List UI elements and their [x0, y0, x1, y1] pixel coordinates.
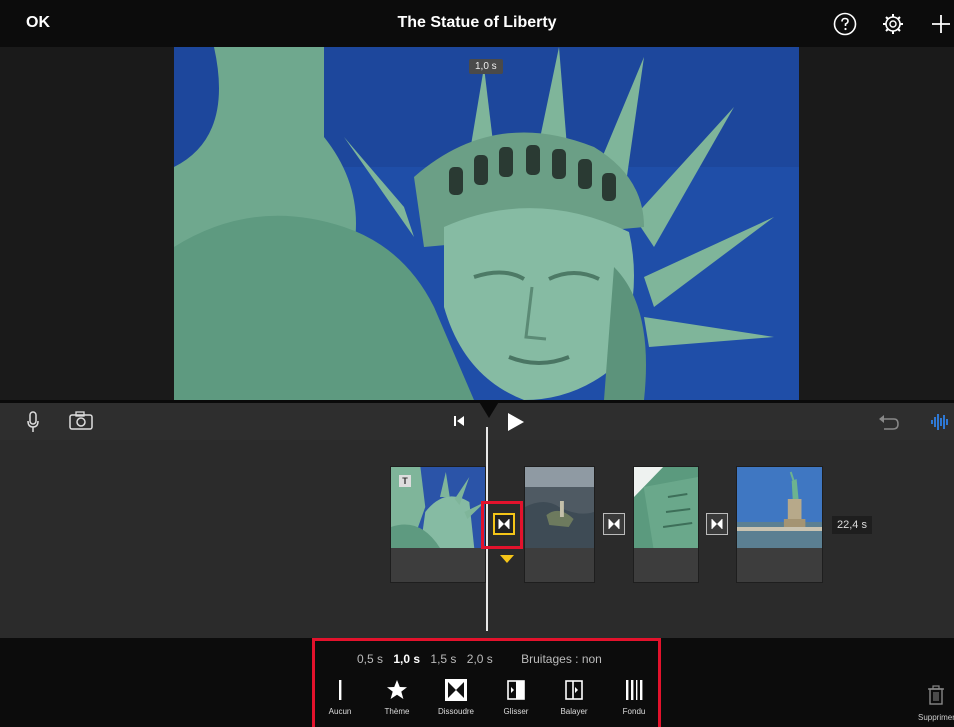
- selected-transition-highlight: [481, 501, 523, 549]
- duration-option[interactable]: 0,5 s: [357, 652, 383, 666]
- transition-type-fade[interactable]: Fondu: [606, 678, 662, 716]
- settings-icon[interactable]: [880, 11, 906, 37]
- timeline-clip[interactable]: [633, 466, 699, 583]
- video-preview[interactable]: [0, 47, 954, 400]
- duration-option[interactable]: 2,0 s: [467, 652, 493, 666]
- transition-dissolve[interactable]: [603, 513, 625, 535]
- camera-icon[interactable]: [68, 411, 94, 431]
- dissolve-icon: [608, 519, 620, 529]
- transition-duration-options: 0,5 s 1,0 s 1,5 s 2,0 s Bruitages : non: [357, 652, 609, 666]
- transition-type-label: Balayer: [560, 707, 588, 716]
- timeline-clip[interactable]: [736, 466, 823, 583]
- timeline-clip[interactable]: [524, 466, 595, 583]
- add-icon[interactable]: [928, 11, 954, 37]
- trash-icon: [928, 685, 944, 705]
- slide-icon: [507, 680, 525, 700]
- transition-type-dissolve[interactable]: Dissoudre: [428, 678, 484, 716]
- wipe-icon: [565, 680, 583, 700]
- preview-time-badge: 1,0 s: [469, 59, 503, 74]
- transition-type-wipe[interactable]: Balayer: [546, 678, 602, 716]
- transition-dissolve[interactable]: [706, 513, 728, 535]
- title-badge: T: [399, 475, 411, 487]
- preview-image: [174, 47, 799, 400]
- undo-icon[interactable]: [878, 413, 900, 431]
- help-icon[interactable]: [832, 11, 858, 37]
- transition-type-label: Glisser: [503, 707, 529, 716]
- delete-label: Supprimer: [918, 713, 954, 722]
- transition-type-none[interactable]: Aucun: [312, 678, 368, 716]
- transition-type-label: Fondu: [622, 707, 646, 716]
- fade-icon: [626, 680, 643, 700]
- dissolve-icon: [711, 519, 723, 529]
- project-duration: 22,4 s: [832, 516, 872, 534]
- clip-thumbnail-statue-tablet: [634, 467, 698, 548]
- timeline-clip[interactable]: T: [390, 466, 486, 583]
- top-bar: OK The Statue of Liberty: [0, 0, 954, 47]
- duration-option[interactable]: 1,5 s: [430, 652, 456, 666]
- clip-thumbnail-statue-pedestal: [737, 467, 822, 548]
- duration-option-selected[interactable]: 1,0 s: [393, 652, 420, 666]
- transition-type-slide[interactable]: Glisser: [488, 678, 544, 716]
- control-bar: [0, 400, 954, 440]
- delete-button[interactable]: Supprimer: [918, 684, 954, 722]
- none-icon: [339, 680, 342, 700]
- transition-type-theme[interactable]: Thème: [369, 678, 425, 716]
- preview-pointer: [478, 400, 500, 418]
- transition-type-label: Dissoudre: [437, 707, 474, 716]
- skip-to-start-icon[interactable]: [452, 414, 466, 428]
- dissolve-icon: [445, 679, 467, 701]
- play-icon[interactable]: [505, 412, 525, 432]
- audio-waveform-icon[interactable]: [930, 412, 950, 432]
- selection-caret: [500, 555, 514, 563]
- transition-type-label: Thème: [384, 707, 410, 716]
- star-icon: [387, 680, 407, 699]
- transition-type-label: Aucun: [328, 707, 352, 716]
- ok-button[interactable]: OK: [26, 14, 50, 32]
- clip-thumbnail-liberty-island: [525, 467, 594, 548]
- project-title: The Statue of Liberty: [397, 14, 557, 31]
- microphone-icon[interactable]: [26, 410, 40, 434]
- sound-effects-toggle[interactable]: Bruitages : non: [521, 652, 602, 666]
